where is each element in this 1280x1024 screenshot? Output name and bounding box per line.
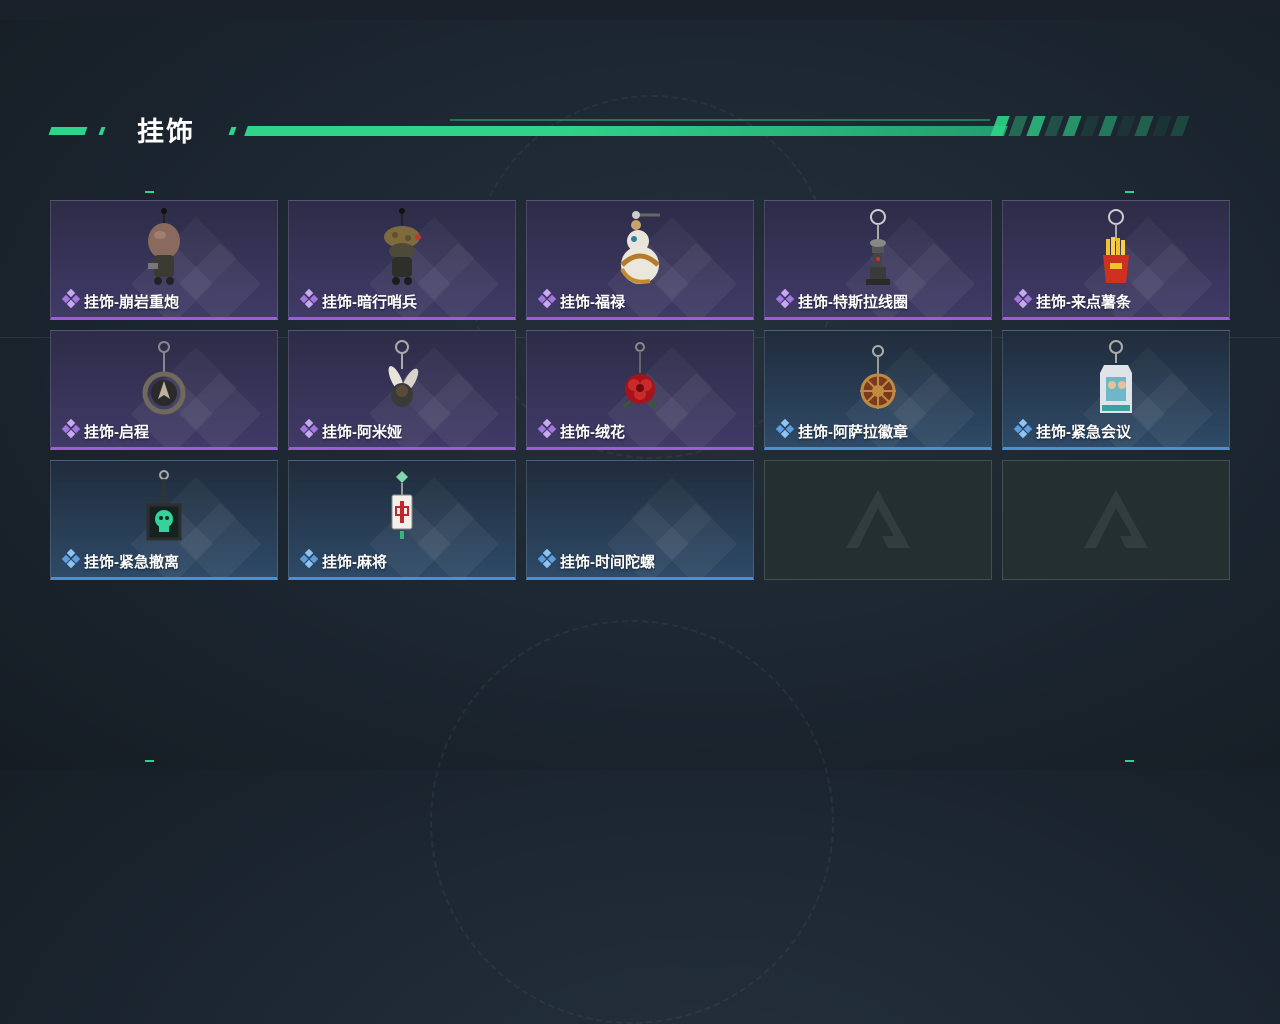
charm-card[interactable]: 挂饰-紧急会议 (1002, 330, 1230, 450)
blue-rarity-icon (61, 548, 81, 574)
empty-slot-logo-icon (1084, 490, 1148, 548)
charm-label: 挂饰-时间陀螺 (537, 548, 655, 574)
charm-label: 挂饰-特斯拉线圈 (775, 288, 908, 314)
charm-name: 挂饰-时间陀螺 (560, 554, 655, 571)
purple-rarity-icon (61, 288, 81, 314)
charm-card[interactable]: 挂饰-紧急撤离 (50, 460, 278, 580)
section-title: 挂饰 (137, 117, 195, 147)
header-accent-bar (98, 127, 106, 135)
header-accent-line (244, 126, 1008, 136)
charm-card[interactable]: 挂饰-时间陀螺 (526, 460, 754, 580)
charm-name: 挂饰-阿米娅 (322, 424, 402, 441)
blue-rarity-icon (1013, 418, 1033, 444)
purple-rarity-icon (537, 418, 557, 444)
charm-name: 挂饰-特斯拉线圈 (798, 294, 908, 311)
header-accent-bar (48, 127, 88, 135)
charm-label: 挂饰-紧急撤离 (61, 548, 179, 574)
compass-ring-charm-icon (142, 341, 186, 415)
mushroom-soldier-charm-icon (148, 208, 180, 285)
charm-label: 挂饰-阿萨拉徽章 (775, 418, 908, 444)
empty-charm-slot[interactable] (1002, 460, 1230, 580)
charm-name: 挂饰-紧急会议 (1036, 424, 1131, 441)
top-bar (0, 0, 1280, 20)
charm-card[interactable]: 挂饰-福禄 (526, 200, 754, 320)
charm-name: 挂饰-福禄 (560, 294, 625, 311)
charm-label: 挂饰-来点薯条 (1013, 288, 1131, 314)
charm-name: 挂饰-绒花 (560, 424, 625, 441)
purple-rarity-icon (537, 288, 557, 314)
tesla-coil-charm-icon (866, 209, 890, 285)
purple-rarity-icon (775, 288, 795, 314)
green-skull-cube-charm-icon (146, 470, 182, 541)
fries-charm-icon (1103, 209, 1129, 283)
charm-label: 挂饰-福禄 (537, 288, 625, 314)
charm-card[interactable]: 挂饰-特斯拉线圈 (764, 200, 992, 320)
charm-name: 挂饰-阿萨拉徽章 (798, 424, 908, 441)
camo-soldier-charm-icon (384, 208, 421, 285)
mahjong-tile-charm-icon (391, 471, 413, 539)
purple-rarity-icon (1013, 288, 1033, 314)
charm-card[interactable]: 挂饰-绒花 (526, 330, 754, 450)
rabbit-charm-icon (388, 340, 419, 407)
corner-tick (1125, 191, 1134, 193)
header-checker-pattern (990, 116, 1199, 136)
empty-slot-logo-icon (846, 490, 910, 548)
charm-name: 挂饰-来点薯条 (1036, 294, 1131, 311)
charm-card[interactable]: 挂饰-阿米娅 (288, 330, 516, 450)
red-flower-charm-icon (622, 342, 658, 409)
charm-label: 挂饰-阿米娅 (299, 418, 402, 444)
blue-rarity-icon (537, 548, 557, 574)
charm-card[interactable]: 挂饰-来点薯条 (1002, 200, 1230, 320)
acrylic-stand-charm-icon (1100, 340, 1132, 413)
charm-name: 挂饰-紧急撤离 (84, 554, 179, 571)
charm-grid: 挂饰-崩岩重炮 挂饰-暗行哨兵 挂饰-福禄 挂饰-特斯拉线圈 挂饰-来点薯条 挂… (50, 200, 1230, 580)
charm-name: 挂饰-暗行哨兵 (322, 294, 417, 311)
gourd-charm-icon (620, 211, 660, 284)
charm-label: 挂饰-绒花 (537, 418, 625, 444)
blue-rarity-icon (775, 418, 795, 444)
charm-card[interactable]: 挂饰-阿萨拉徽章 (764, 330, 992, 450)
corner-tick (145, 191, 154, 193)
corner-tick (1125, 760, 1134, 762)
purple-rarity-icon (61, 418, 81, 444)
charm-name: 挂饰-麻将 (322, 554, 387, 571)
charm-label: 挂饰-崩岩重炮 (61, 288, 179, 314)
purple-rarity-icon (299, 288, 319, 314)
corner-tick (145, 760, 154, 762)
header-thin-line (450, 119, 990, 121)
header-accent-bar (228, 127, 237, 135)
spinning-top-charm-icon (600, 467, 680, 551)
charm-label: 挂饰-暗行哨兵 (299, 288, 417, 314)
charm-card[interactable]: 挂饰-麻将 (288, 460, 516, 580)
charm-label: 挂饰-紧急会议 (1013, 418, 1131, 444)
charm-label: 挂饰-麻将 (299, 548, 387, 574)
charm-card[interactable]: 挂饰-启程 (50, 330, 278, 450)
blue-rarity-icon (299, 548, 319, 574)
charm-label: 挂饰-启程 (61, 418, 149, 444)
purple-rarity-icon (299, 418, 319, 444)
charm-name: 挂饰-崩岩重炮 (84, 294, 179, 311)
charm-card[interactable]: 挂饰-崩岩重炮 (50, 200, 278, 320)
ship-wheel-badge-icon (860, 345, 896, 409)
charm-card[interactable]: 挂饰-暗行哨兵 (288, 200, 516, 320)
empty-charm-slot[interactable] (764, 460, 992, 580)
background-ring (430, 620, 834, 1024)
charm-name: 挂饰-启程 (84, 424, 149, 441)
